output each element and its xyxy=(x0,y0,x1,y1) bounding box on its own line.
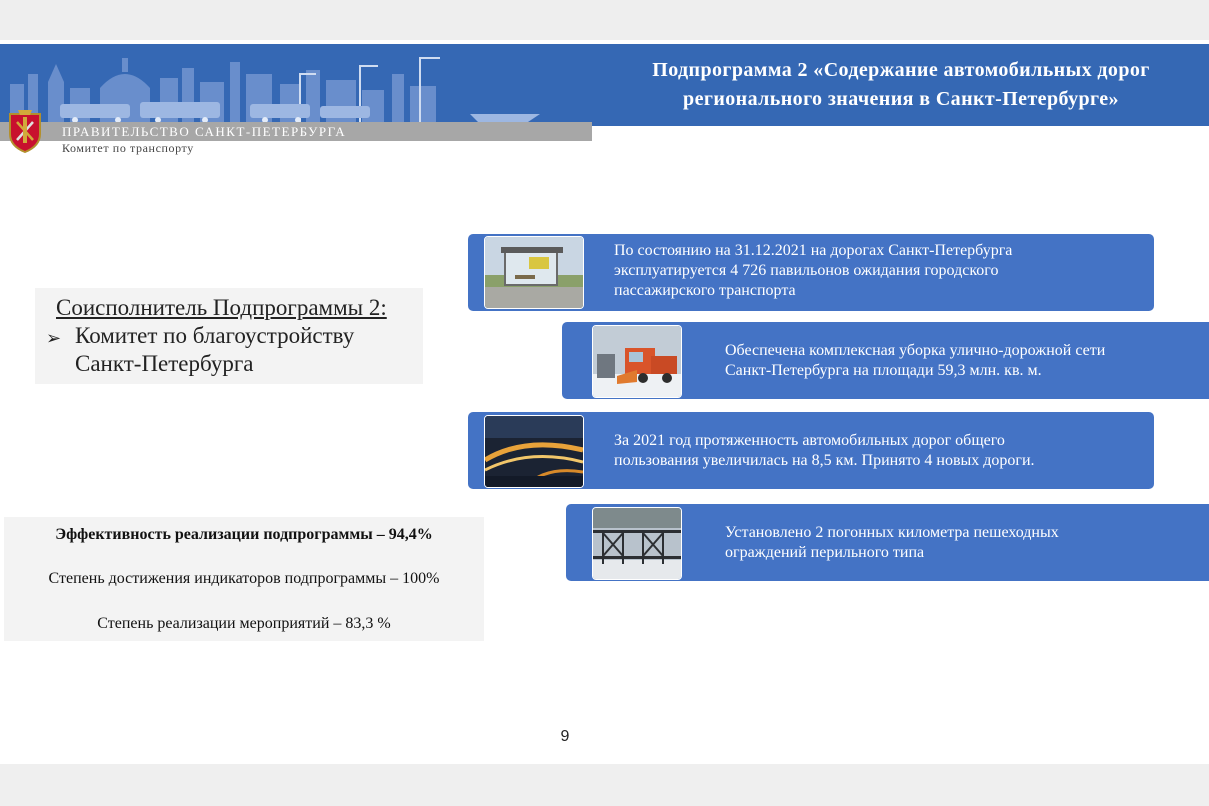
arrow-bullet-icon: ➢ xyxy=(46,328,62,348)
slide-title-line-2: регионального значения в Санкт-Петербург… xyxy=(683,88,1119,110)
fact-card-cleaning: Обеспечена комплексная уборка улично-дор… xyxy=(562,322,1209,399)
measures-implementation: Степень реализации мероприятий – 83,3 % xyxy=(97,615,391,632)
coexecutor-box: Соисполнитель Подпрограммы 2: ➢ Комитет … xyxy=(35,288,423,384)
fact-card-railings-text: Установлено 2 погонных километра пешеход… xyxy=(725,523,1059,563)
fact-card-railings-line-2: ограждений перильного типа xyxy=(725,544,925,561)
efficiency-box: Эффективность реализации подпрограммы – … xyxy=(4,517,484,641)
fact-card-roads-line-1: За 2021 год протяженность автомобильных … xyxy=(614,432,1005,449)
fact-card-pavilions-line-3: пассажирского транспорта xyxy=(614,282,796,299)
coexecutor-item-line-2: Санкт-Петербурга xyxy=(75,351,254,376)
fact-card-pavilions-text: По состоянию на 31.12.2021 на дорогах Са… xyxy=(614,241,1012,301)
indicator-achievement: Степень достижения индикаторов подпрогра… xyxy=(48,570,440,587)
slide-title: Подпрограмма 2 «Содержание автомобильных… xyxy=(596,56,1206,114)
fact-card-roads-line-2: пользования увеличилась на 8,5 км. Приня… xyxy=(614,452,1035,469)
fact-card-pavilions-line-1: По состоянию на 31.12.2021 на дорогах Са… xyxy=(614,242,1013,259)
fact-card-pavilions: По состоянию на 31.12.2021 на дорогах Са… xyxy=(468,234,1154,311)
fact-card-cleaning-text: Обеспечена комплексная уборка улично-дор… xyxy=(725,341,1105,381)
pedestrian-railing-photo xyxy=(592,507,682,580)
coexecutor-title: Соисполнитель Подпрограммы 2: xyxy=(56,295,387,320)
slide-title-line-1: Подпрограмма 2 «Содержание автомобильных… xyxy=(652,59,1150,81)
department-name: Комитет по транспорту xyxy=(62,141,194,155)
fact-card-railings: Установлено 2 погонных километра пешеход… xyxy=(566,504,1209,581)
page-number: 9 xyxy=(560,728,570,745)
viewer-top-strip xyxy=(0,0,1209,40)
fact-card-pavilions-line-2: эксплуатируется 4 726 павильонов ожидани… xyxy=(614,262,999,279)
fact-card-roads: За 2021 год протяженность автомобильных … xyxy=(468,412,1154,489)
slide: Подпрограмма 2 «Содержание автомобильных… xyxy=(0,40,1209,764)
coexecutor-item: Комитет по благоустройству Санкт-Петербу… xyxy=(75,322,415,378)
coat-of-arms-icon xyxy=(9,110,41,154)
night-highway-photo xyxy=(484,415,584,488)
fact-card-railings-line-1: Установлено 2 погонных километра пешеход… xyxy=(725,524,1059,541)
fact-card-cleaning-line-2: Санкт-Петербурга на площади 59,3 млн. кв… xyxy=(725,362,1042,379)
fact-card-roads-text: За 2021 год протяженность автомобильных … xyxy=(614,431,1035,471)
coexecutor-item-line-1: Комитет по благоустройству xyxy=(75,323,355,348)
organization-name: ПРАВИТЕЛЬСТВО САНКТ-ПЕТЕРБУРГА xyxy=(62,124,347,139)
city-skyline-illustration xyxy=(0,44,592,126)
snow-plow-truck-photo xyxy=(592,325,682,398)
efficiency-total: Эффективность реализации подпрограммы – … xyxy=(55,526,433,543)
viewer-bottom-strip xyxy=(0,764,1209,806)
fact-card-cleaning-line-1: Обеспечена комплексная уборка улично-дор… xyxy=(725,342,1106,359)
bus-stop-pavilion-photo xyxy=(484,236,584,309)
